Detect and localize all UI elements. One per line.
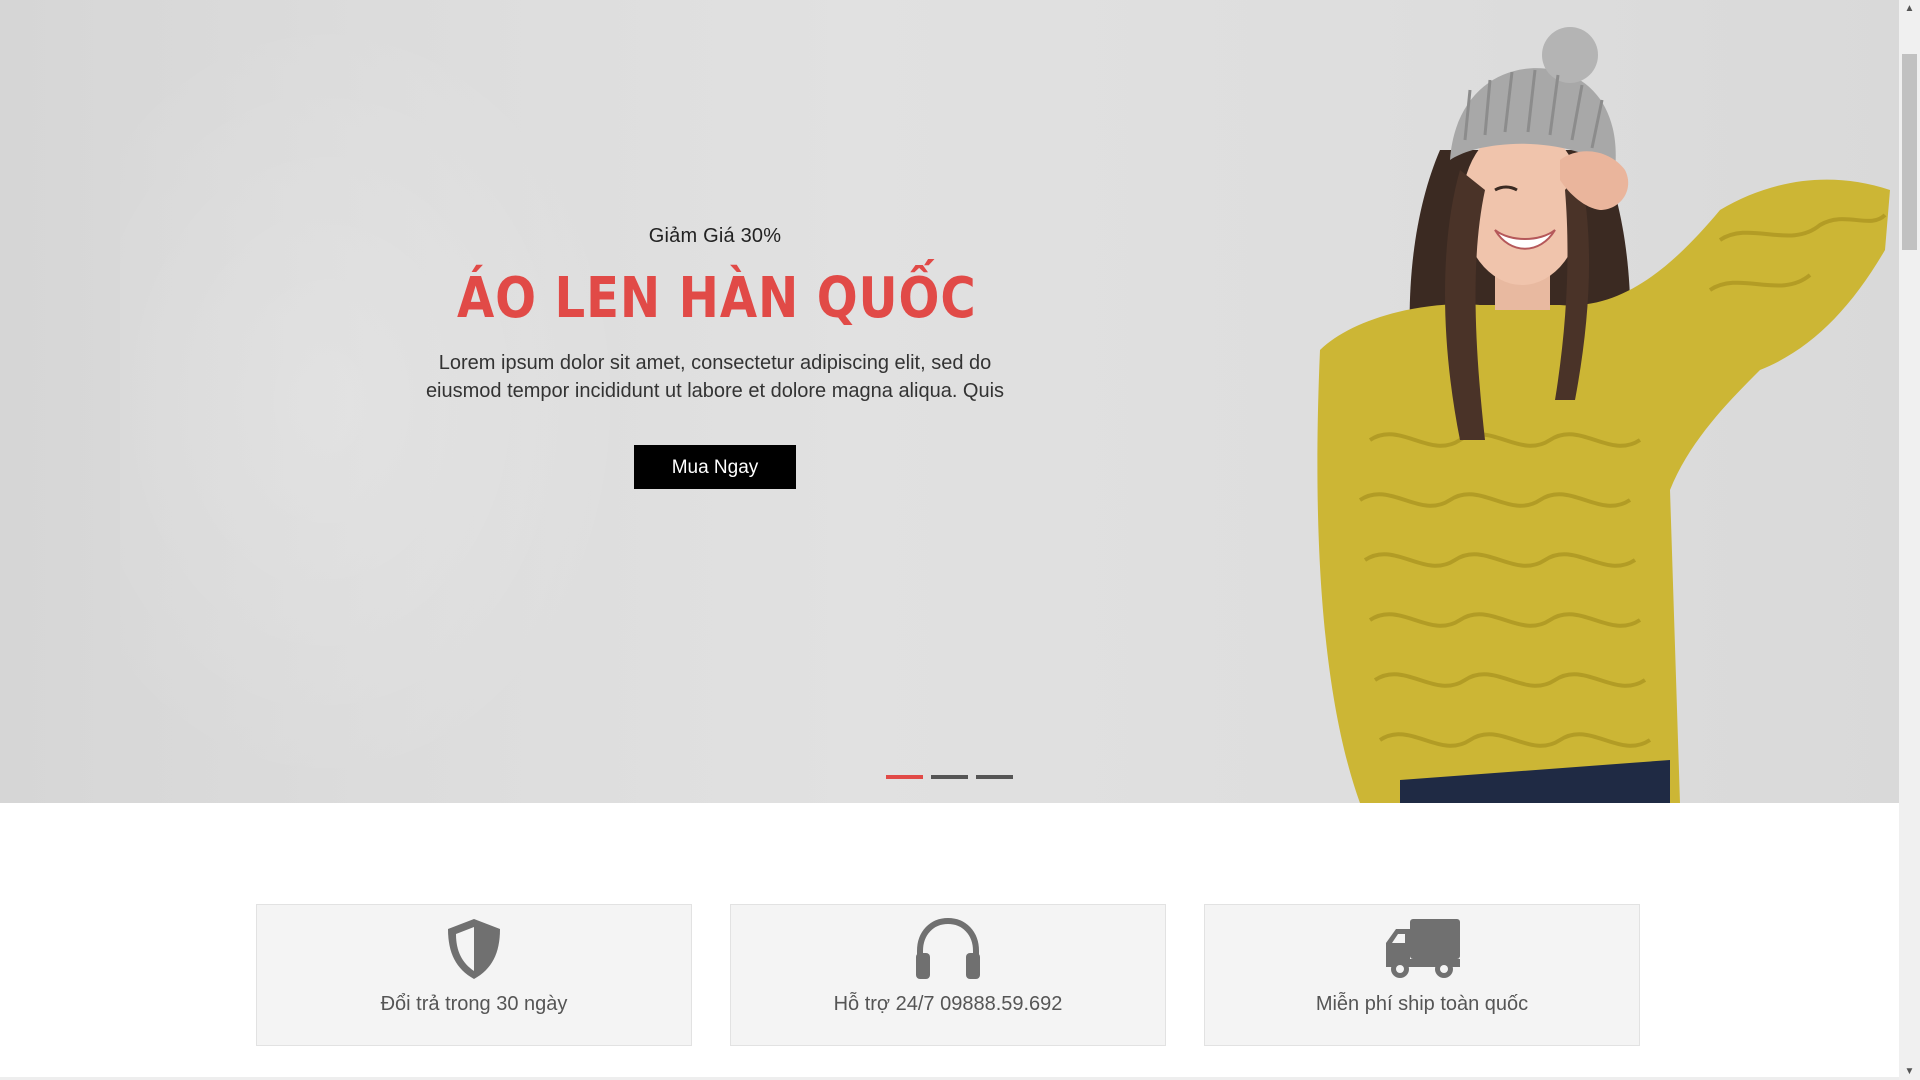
headphones-icon (916, 917, 980, 979)
scroll-down-arrow-icon[interactable]: ▼ (1899, 1063, 1920, 1080)
feature-label: Đổi trả trong 30 ngày (380, 993, 568, 1015)
slider-dot-2[interactable] (931, 775, 968, 779)
scroll-up-arrow-icon[interactable]: ▲ (1899, 0, 1920, 17)
slider-dot-3[interactable] (976, 775, 1013, 779)
vertical-scrollbar[interactable]: ▲ ▼ (1899, 0, 1920, 1080)
shield-icon (448, 919, 500, 979)
hero-title: ÁO LEN HÀN QUỐC (457, 266, 977, 331)
feature-free-shipping: Miễn phí ship toàn quốc (1204, 904, 1640, 1046)
slider-dot-1[interactable] (886, 775, 923, 779)
feature-support: Hỗ trợ 24/7 09888.59.692 (730, 904, 1166, 1046)
feature-label: Hỗ trợ 24/7 09888.59.692 (833, 993, 1063, 1015)
scrollbar-thumb[interactable] (1902, 54, 1917, 250)
truck-icon (1386, 919, 1460, 978)
page: Giảm Giá 30% ÁO LEN HÀN QUỐC Lorem ipsum… (0, 0, 1899, 1080)
shop-now-button[interactable]: Mua Ngay (634, 445, 796, 489)
hero-content: Giảm Giá 30% ÁO LEN HÀN QUỐC Lorem ipsum… (415, 225, 1015, 489)
feature-label: Miễn phí ship toàn quốc (1315, 993, 1529, 1015)
features-section: Đổi trả trong 30 ngày Hỗ trợ 24/7 09888.… (256, 904, 1640, 1046)
feature-return-policy: Đổi trả trong 30 ngày (256, 904, 692, 1046)
hero-model-image (1317, 27, 1890, 803)
slider-dots (886, 775, 1013, 779)
hero-subtitle: Giảm Giá 30% (648, 225, 782, 247)
hero-slider: Giảm Giá 30% ÁO LEN HÀN QUỐC Lorem ipsum… (0, 0, 1899, 803)
hero-description: Lorem ipsum dolor sit amet, consectetur … (425, 352, 1005, 402)
